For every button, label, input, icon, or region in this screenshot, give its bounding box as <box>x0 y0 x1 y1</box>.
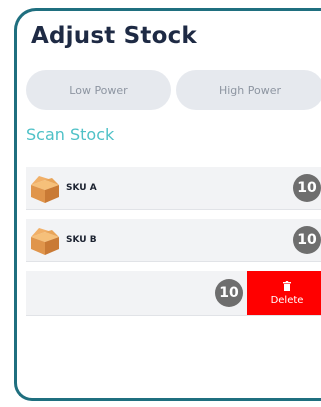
scan-stock-heading: Scan Stock <box>26 125 115 144</box>
sku-label: SKU B <box>66 235 97 245</box>
delete-label: Delete <box>270 294 304 306</box>
stock-row-sku-b[interactable]: SKU B 10 <box>26 219 321 262</box>
high-power-button[interactable]: High Power <box>176 70 321 110</box>
quantity-badge: 10 <box>293 174 321 202</box>
quantity-badge: 10 <box>293 226 321 254</box>
quantity-badge: 10 <box>215 279 243 307</box>
stock-row-sku-a[interactable]: SKU A 10 <box>26 167 321 210</box>
page-title: Adjust Stock <box>31 23 197 49</box>
sku-label: SKU A <box>66 183 97 193</box>
low-power-button[interactable]: Low Power <box>26 70 171 110</box>
box-icon <box>31 228 59 255</box>
app-frame: Adjust Stock Low Power High Power Scan S… <box>14 8 321 401</box>
box-icon <box>31 176 59 203</box>
stock-row-swiped[interactable]: 10 Delete <box>26 271 321 316</box>
delete-button[interactable]: Delete <box>247 271 321 315</box>
trash-icon <box>283 280 291 291</box>
